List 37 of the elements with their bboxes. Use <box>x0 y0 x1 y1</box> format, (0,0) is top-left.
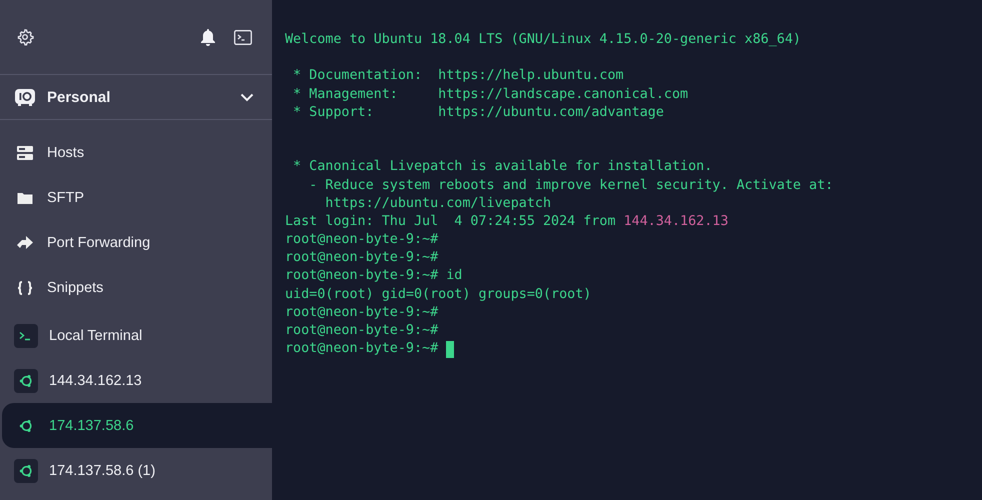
terminal-icon[interactable] <box>234 30 252 44</box>
terminal-line: * Support: https://ubuntu.com/advantage <box>292 104 664 122</box>
terminal-line: root@neon-byte-9:~# <box>285 340 438 358</box>
terminal-line: https://ubuntu.com/livepatch <box>324 194 552 213</box>
terminal-line: Last login: Thu Jul 4 07:24:55 2024 from <box>285 212 616 231</box>
terminal-icon <box>14 324 38 348</box>
session-tab[interactable]: 144.34.162.13 <box>2 358 272 403</box>
terminal-line: root@neon-byte-9:~# <box>285 249 438 268</box>
nav-item[interactable]: SFTP <box>0 175 272 220</box>
terminal-line: uid=0(root) gid=0(root) groups=0(root) <box>285 286 592 304</box>
terminal-line: * Documentation: https://help.ubuntu.com <box>292 67 624 86</box>
vault-icon <box>15 88 35 106</box>
terminal-line: root@neon-byte-9:~# <box>285 322 438 340</box>
server-icon <box>17 146 33 160</box>
nav-item[interactable]: Hosts <box>0 130 272 175</box>
chevron-icon[interactable] <box>240 92 254 102</box>
nav-item[interactable]: Snippets <box>0 265 272 310</box>
session-tab[interactable]: 174.137.58.6 (1) <box>2 448 272 493</box>
ip-address: 144.34.162.13 <box>624 212 728 231</box>
ubuntu-icon <box>14 458 38 482</box>
arrow-icon <box>17 236 33 249</box>
ubuntu-icon <box>14 368 38 392</box>
terminal-line: root@neon-byte-9:~# <box>285 304 438 322</box>
bell-icon[interactable] <box>200 28 216 46</box>
braces-icon <box>17 280 33 294</box>
session-tab[interactable]: 174.137.58.6 <box>2 403 272 448</box>
terminal-line: root@neon-byte-9:~# id <box>285 267 462 286</box>
terminal-line: Welcome to Ubuntu 18.04 LTS (GNU/Linux 4.15.0-20-generic x86_64) <box>285 31 801 49</box>
folder-icon <box>17 192 33 204</box>
terminal-line: root@neon-byte-9:~# <box>285 231 438 250</box>
session-tab[interactable]: Local Terminal <box>2 313 272 358</box>
vault-name: Personal <box>47 88 110 106</box>
terminal-line: * Canonical Livepatch is available for installation. <box>292 158 712 176</box>
settings-icon[interactable] <box>16 28 34 46</box>
nav-item[interactable]: Port Forwarding <box>0 220 272 265</box>
terminal-line: - Reduce system reboots and improve kernel security. Activate at: <box>308 176 834 194</box>
terminal-line: * Management: https://landscape.canonical.com <box>292 86 688 104</box>
